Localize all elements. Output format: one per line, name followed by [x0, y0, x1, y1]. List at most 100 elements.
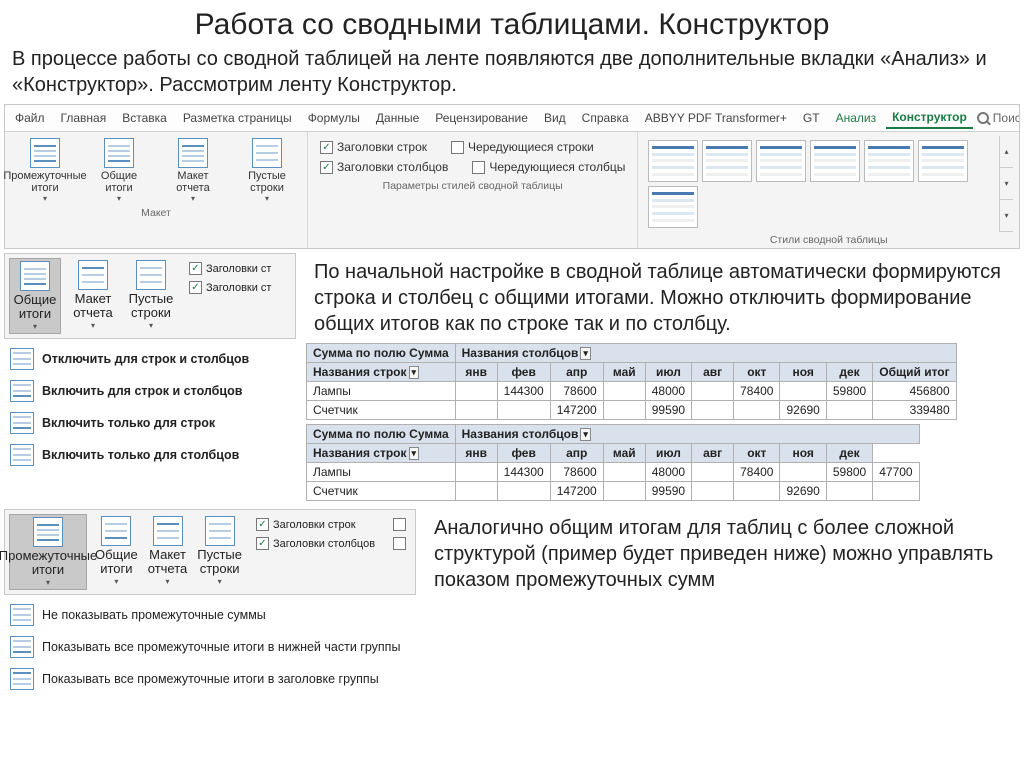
tab-analyze[interactable]: Анализ [830, 108, 883, 128]
style-thumb[interactable] [810, 140, 860, 182]
tab-gt[interactable]: GT [797, 108, 826, 128]
style-gallery[interactable] [644, 136, 999, 232]
report-layout-icon [178, 138, 208, 168]
chevron-down-icon: ▾ [46, 578, 50, 587]
ribbon-constructor: Файл Главная Вставка Разметка страницы Ф… [4, 104, 1020, 249]
chk-col-headers[interactable]: ✓Заголовки столбцов [320, 160, 448, 174]
chevron-down-icon: ▾ [218, 577, 222, 586]
intro-text: В процессе работы со сводной таблицей на… [0, 46, 1024, 104]
chk-row-headers[interactable]: ✓Заголовки ст [189, 262, 271, 275]
menu-subtotals-bottom[interactable]: Показывать все промежуточные итоги в ниж… [6, 631, 414, 663]
grand-totals-icon [20, 261, 50, 291]
grand-totals-button-open[interactable]: Общие итоги ▾ [9, 258, 61, 334]
pivot-row: Счетчик 1472009959092690 [307, 482, 920, 501]
chevron-down-icon: ▾ [33, 322, 37, 331]
report-layout-icon [153, 516, 183, 546]
subtotals-menu: Не показывать промежуточные суммы Показы… [0, 595, 420, 699]
subtotals-button-open[interactable]: Промежуточные итоги ▾ [9, 514, 87, 590]
menu-subtotals-top[interactable]: Показывать все промежуточные итоги в заг… [6, 663, 414, 695]
dropdown-icon[interactable]: ▾ [409, 366, 420, 379]
menu-icon [10, 380, 34, 402]
blank-rows-button[interactable]: Пустые строки ▾ [125, 258, 177, 332]
blank-rows-button[interactable]: Пустые строки ▾ [233, 136, 301, 205]
report-layout-button[interactable]: Макет отчета ▾ [67, 258, 119, 332]
menu-enable-rows-only[interactable]: Включить только для строк [6, 407, 294, 439]
chevron-down-icon: ▾ [117, 194, 121, 203]
chk-banded-cols[interactable]: Чередующиеся столбцы [472, 160, 625, 174]
menu-icon [10, 348, 34, 370]
chk-col-headers[interactable]: ✓Заголовки ст [189, 281, 271, 294]
chevron-down-icon: ▾ [43, 194, 47, 203]
group-style-gallery: ▴▾▾ Стили сводной таблицы [638, 132, 1019, 248]
tab-review[interactable]: Рецензирование [429, 108, 534, 128]
blank-rows-button[interactable]: Пустые строки ▾ [195, 514, 244, 588]
pivot-no-grand: Сумма по полю Сумма Названия столбцов ▾ … [306, 424, 920, 501]
chk-banded-rows[interactable]: Чередующиеся строки [451, 140, 594, 154]
chk-row-headers[interactable]: ✓Заголовки строк [320, 140, 427, 154]
chevron-down-icon: ▾ [91, 321, 95, 330]
search-icon [977, 112, 989, 124]
menu-icon [10, 668, 34, 690]
style-thumb[interactable] [648, 140, 698, 182]
pivot-header-row: Названия строк ▾ янвфевапрмайиюлавгоктно… [307, 444, 920, 463]
tab-home[interactable]: Главная [55, 108, 113, 128]
ribbon-tabs: Файл Главная Вставка Разметка страницы Ф… [5, 105, 1019, 132]
subtotals-button[interactable]: Промежуточные итоги ▾ [11, 136, 79, 205]
menu-disable-rows-cols[interactable]: Отключить для строк и столбцов [6, 343, 294, 375]
pivot-row: Лампы 1443007860048000784005980047700 [307, 463, 920, 482]
tab-insert[interactable]: Вставка [116, 108, 173, 128]
grand-totals-icon [104, 138, 134, 168]
report-layout-button[interactable]: Макет отчета ▾ [146, 514, 190, 588]
tab-help[interactable]: Справка [576, 108, 635, 128]
pivot-row: Лампы 14430078600480007840059800 456800 [307, 382, 957, 401]
subtotals-icon [30, 138, 60, 168]
tab-design[interactable]: Конструктор [886, 107, 973, 129]
chevron-down-icon: ▾ [191, 194, 195, 203]
explanation-subtotals: Аналогично общим итогам для таблиц с бол… [420, 509, 1024, 599]
menu-enable-rows-cols[interactable]: Включить для строк и столбцов [6, 375, 294, 407]
tab-file[interactable]: Файл [9, 108, 51, 128]
grand-totals-button[interactable]: Общие итоги ▾ [93, 514, 140, 588]
chk-banded-cols[interactable] [393, 537, 406, 550]
slide-title: Работа со сводными таблицами. Конструкто… [0, 0, 1024, 46]
chk-col-headers[interactable]: ✓Заголовки столбцов [256, 537, 375, 550]
tab-abbyy[interactable]: ABBYY PDF Transformer+ [639, 108, 793, 128]
pivot-row: Счетчик 1472009959092690 339480 [307, 401, 957, 420]
tab-pagelayout[interactable]: Разметка страницы [177, 108, 298, 128]
report-layout-button[interactable]: Макет отчета ▾ [159, 136, 227, 205]
menu-icon [10, 444, 34, 466]
grand-totals-button[interactable]: Общие итоги ▾ [85, 136, 153, 205]
explanation-grand-totals: По начальной настройке в сводной таблице… [300, 253, 1024, 343]
style-thumb[interactable] [648, 186, 698, 228]
style-thumb[interactable] [702, 140, 752, 182]
menu-icon [10, 636, 34, 658]
ribbon-search[interactable]: Поиск [977, 111, 1019, 125]
grand-totals-fragment: Общие итоги ▾ Макет отчета ▾ Пустые стро… [4, 253, 296, 339]
gallery-scroll[interactable]: ▴▾▾ [999, 136, 1013, 232]
blank-rows-icon [205, 516, 235, 546]
chk-row-headers[interactable]: ✓Заголовки строк [256, 518, 375, 531]
chk-banded-rows[interactable] [393, 518, 406, 531]
menu-enable-cols-only[interactable]: Включить только для столбцов [6, 439, 294, 471]
blank-rows-icon [252, 138, 282, 168]
grand-totals-menu: Отключить для строк и столбцов Включить … [0, 339, 300, 475]
menu-icon [10, 604, 34, 626]
tab-formulas[interactable]: Формулы [302, 108, 366, 128]
chevron-down-icon: ▾ [265, 194, 269, 203]
subtotals-icon [33, 517, 63, 547]
dropdown-icon[interactable]: ▾ [580, 347, 591, 360]
subtotals-fragment: Промежуточные итоги ▾ Общие итоги ▾ Маке… [4, 509, 416, 595]
blank-rows-icon [136, 260, 166, 290]
tab-data[interactable]: Данные [370, 108, 425, 128]
report-layout-icon [78, 260, 108, 290]
group-style-options: ✓Заголовки строк Чередующиеся строки ✓За… [308, 132, 638, 248]
style-thumb[interactable] [756, 140, 806, 182]
dropdown-icon[interactable]: ▾ [580, 428, 591, 441]
dropdown-icon[interactable]: ▾ [409, 447, 420, 460]
style-thumb[interactable] [864, 140, 914, 182]
chevron-down-icon: ▾ [166, 577, 170, 586]
menu-hide-subtotals[interactable]: Не показывать промежуточные суммы [6, 599, 414, 631]
tab-view[interactable]: Вид [538, 108, 572, 128]
style-thumb[interactable] [918, 140, 968, 182]
menu-icon [10, 412, 34, 434]
